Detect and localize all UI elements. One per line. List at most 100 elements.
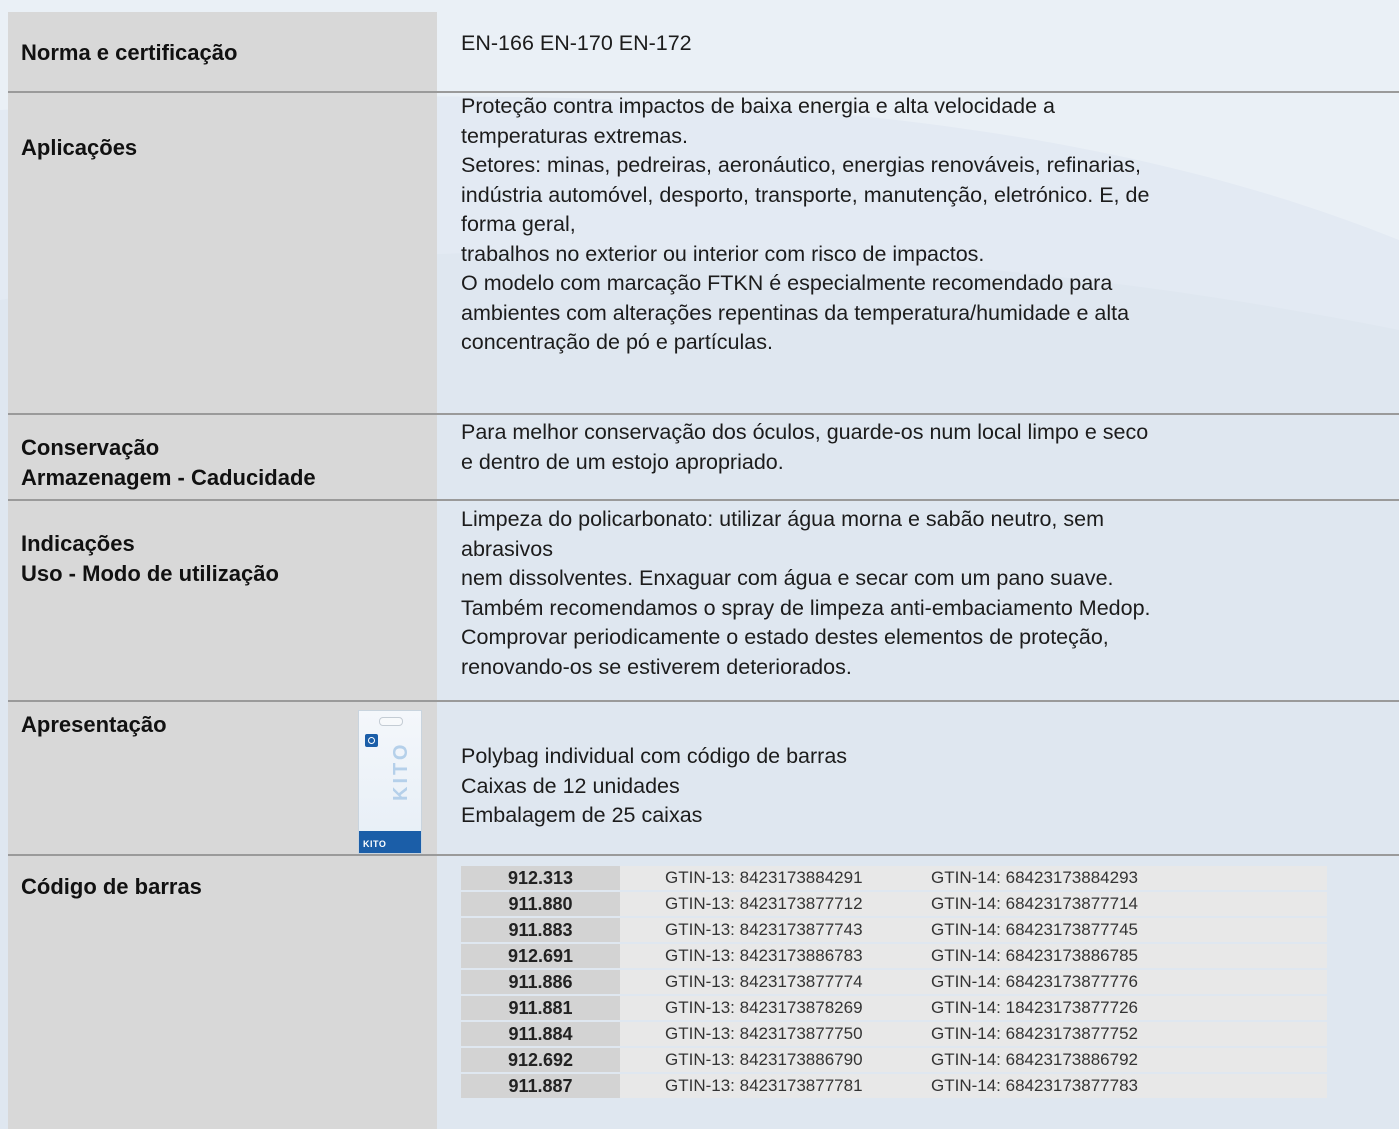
gtin13-cell: GTIN-13: 8423173877743 <box>620 918 930 942</box>
product-code: 912.691 <box>461 944 620 968</box>
table-row: 911.886 GTIN-13: 8423173877774 GTIN-14: … <box>461 970 1327 994</box>
value-conservacao: Para melhor conservação dos óculos, guar… <box>461 418 1148 477</box>
gtin13-cell: GTIN-13: 8423173877781 <box>620 1074 930 1098</box>
label-line: Armazenagem - Caducidade <box>21 465 316 490</box>
row-divider <box>8 854 1399 856</box>
label-line: Uso - Modo de utilização <box>21 561 279 586</box>
text-line: Setores: minas, pedreiras, aeronáutico, … <box>461 153 1141 177</box>
barcode-table: 912.313 GTIN-13: 8423173884291 GTIN-14: … <box>461 864 1327 1100</box>
gtin14-cell: GTIN-14: 68423173877752 <box>930 1022 1327 1046</box>
table-row: 912.692 GTIN-13: 8423173886790 GTIN-14: … <box>461 1048 1327 1072</box>
row-divider <box>8 499 1399 501</box>
row-indicacoes: Indicações Uso - Modo de utilização Limp… <box>8 501 1399 700</box>
text-line: Limpeza do policarbonato: utilizar água … <box>461 507 1104 531</box>
gtin14-cell: GTIN-14: 68423173877776 <box>930 970 1327 994</box>
text-line: Também recomendamos o spray de limpeza a… <box>461 595 1151 620</box>
gtin13-cell: GTIN-13: 8423173884291 <box>620 866 930 890</box>
product-code: 911.886 <box>461 970 620 994</box>
value-cell: EN-166 EN-170 EN-172 <box>439 12 1399 91</box>
text-line: Polybag individual com código de barras <box>461 744 848 768</box>
gtin14-cell: GTIN-14: 68423173877745 <box>930 918 1327 942</box>
gtin13-cell: GTIN-13: 8423173877750 <box>620 1022 930 1046</box>
table-row: 911.881 GTIN-13: 8423173878269 GTIN-14: … <box>461 996 1327 1020</box>
table-row: 912.691 GTIN-13: 8423173886783 GTIN-14: … <box>461 944 1327 968</box>
label-cell: Indicações Uso - Modo de utilização <box>8 501 437 700</box>
text-line: concentração de pó e partículas. <box>461 330 773 354</box>
text-line: Caixas de 12 unidades <box>461 773 680 798</box>
row-aplicacoes: Aplicações Proteção contra impactos de b… <box>8 93 1399 413</box>
text-line: ambientes com alterações repentinas da t… <box>461 300 1130 325</box>
gtin14-cell: GTIN-14: 68423173884293 <box>930 866 1327 890</box>
gtin14-cell: GTIN-14: 68423173877783 <box>930 1074 1327 1098</box>
product-code: 911.884 <box>461 1022 620 1046</box>
gtin13-cell: GTIN-13: 8423173878269 <box>620 996 930 1020</box>
row-codigo: Código de barras 912.313 GTIN-13: 842317… <box>8 856 1399 1129</box>
label-cell: Aplicações <box>8 93 437 413</box>
product-code: 911.887 <box>461 1074 620 1098</box>
label-aplicacoes: Aplicações <box>21 135 138 160</box>
product-sheet: Norma e certificação EN-166 EN-170 EN-17… <box>8 12 1399 1129</box>
value-cell: 912.313 GTIN-13: 8423173884291 GTIN-14: … <box>439 856 1399 1129</box>
product-code: 912.692 <box>461 1048 620 1072</box>
package-brand-text: KITO <box>363 839 387 849</box>
gtin13-cell: GTIN-13: 8423173886783 <box>620 944 930 968</box>
text-line: Proteção contra impactos de baixa energi… <box>461 94 1056 118</box>
table-row: 912.313 GTIN-13: 8423173884291 GTIN-14: … <box>461 866 1327 890</box>
row-divider <box>8 91 1399 93</box>
label-indicacoes: Indicações Uso - Modo de utilização <box>21 529 279 589</box>
value-apresentacao: Polybag individual com código de barras … <box>461 742 847 831</box>
value-cell: Polybag individual com código de barras … <box>439 702 1399 854</box>
text-line: nem dissolventes. Enxaguar com água e se… <box>461 566 1114 590</box>
value-cell: Limpeza do policarbonato: utilizar água … <box>439 501 1399 700</box>
text-line: forma geral, <box>461 212 576 236</box>
value-indicacoes: Limpeza do policarbonato: utilizar água … <box>461 505 1151 682</box>
text-line: trabalhos no exterior ou interior com ri… <box>461 241 985 266</box>
product-package-image: KITO KITO <box>358 710 422 854</box>
product-code: 911.880 <box>461 892 620 916</box>
gtin14-cell: GTIN-14: 68423173886792 <box>930 1048 1327 1072</box>
table-row: 911.880 GTIN-13: 8423173877712 GTIN-14: … <box>461 892 1327 916</box>
table-row: 911.884 GTIN-13: 8423173877750 GTIN-14: … <box>461 1022 1327 1046</box>
product-code: 912.313 <box>461 866 620 890</box>
value-cell: Para melhor conservação dos óculos, guar… <box>439 415 1399 499</box>
label-conservacao: Conservação Armazenagem - Caducidade <box>21 433 316 493</box>
gtin13-cell: GTIN-13: 8423173877774 <box>620 970 930 994</box>
value-cell: Proteção contra impactos de baixa energi… <box>439 93 1399 413</box>
table-row: 911.883 GTIN-13: 8423173877743 GTIN-14: … <box>461 918 1327 942</box>
product-code: 911.881 <box>461 996 620 1020</box>
gtin13-cell: GTIN-13: 8423173877712 <box>620 892 930 916</box>
text-line: O modelo com marcação FTKN é especialmen… <box>461 271 1113 295</box>
text-line: abrasivos <box>461 536 554 561</box>
product-code: 911.883 <box>461 918 620 942</box>
label-norma: Norma e certificação <box>21 40 238 65</box>
text-line: Embalagem de 25 caixas <box>461 803 703 827</box>
value-aplicacoes: Proteção contra impactos de baixa energi… <box>461 92 1149 358</box>
row-apresentacao: Apresentação KITO KITO Polybag individua… <box>8 702 1399 854</box>
label-cell: Apresentação KITO KITO <box>8 702 437 854</box>
row-norma: Norma e certificação EN-166 EN-170 EN-17… <box>8 12 1399 91</box>
table-row: 911.887 GTIN-13: 8423173877781 GTIN-14: … <box>461 1074 1327 1098</box>
gtin13-cell: GTIN-13: 8423173886790 <box>620 1048 930 1072</box>
package-vertical-text: KITO <box>390 741 412 801</box>
label-line: Indicações <box>21 531 135 556</box>
gtin14-cell: GTIN-14: 68423173886785 <box>930 944 1327 968</box>
text-line: renovando-os se estiverem deteriorados. <box>461 654 852 679</box>
label-apresentacao: Apresentação <box>21 712 167 737</box>
text-line: temperaturas extremas. <box>461 123 689 148</box>
text-line: e dentro de um estojo apropriado. <box>461 449 784 474</box>
label-cell: Conservação Armazenagem - Caducidade <box>8 415 437 499</box>
row-conservacao: Conservação Armazenagem - Caducidade Par… <box>8 415 1399 499</box>
text-line: Comprovar periodicamente o estado destes… <box>461 625 1109 649</box>
value-norma: EN-166 EN-170 EN-172 <box>461 31 692 55</box>
label-codigo: Código de barras <box>21 874 202 899</box>
text-line: indústria automóvel, desporto, transport… <box>461 182 1150 207</box>
label-cell: Norma e certificação <box>8 12 437 91</box>
brand-logo-icon <box>365 734 378 747</box>
row-divider <box>8 700 1399 702</box>
text-line: Para melhor conservação dos óculos, guar… <box>461 420 1149 444</box>
label-line: Conservação <box>21 435 160 460</box>
gtin14-cell: GTIN-14: 18423173877726 <box>930 996 1327 1020</box>
row-divider <box>8 413 1399 415</box>
label-cell: Código de barras <box>8 856 437 1129</box>
gtin14-cell: GTIN-14: 68423173877714 <box>930 892 1327 916</box>
